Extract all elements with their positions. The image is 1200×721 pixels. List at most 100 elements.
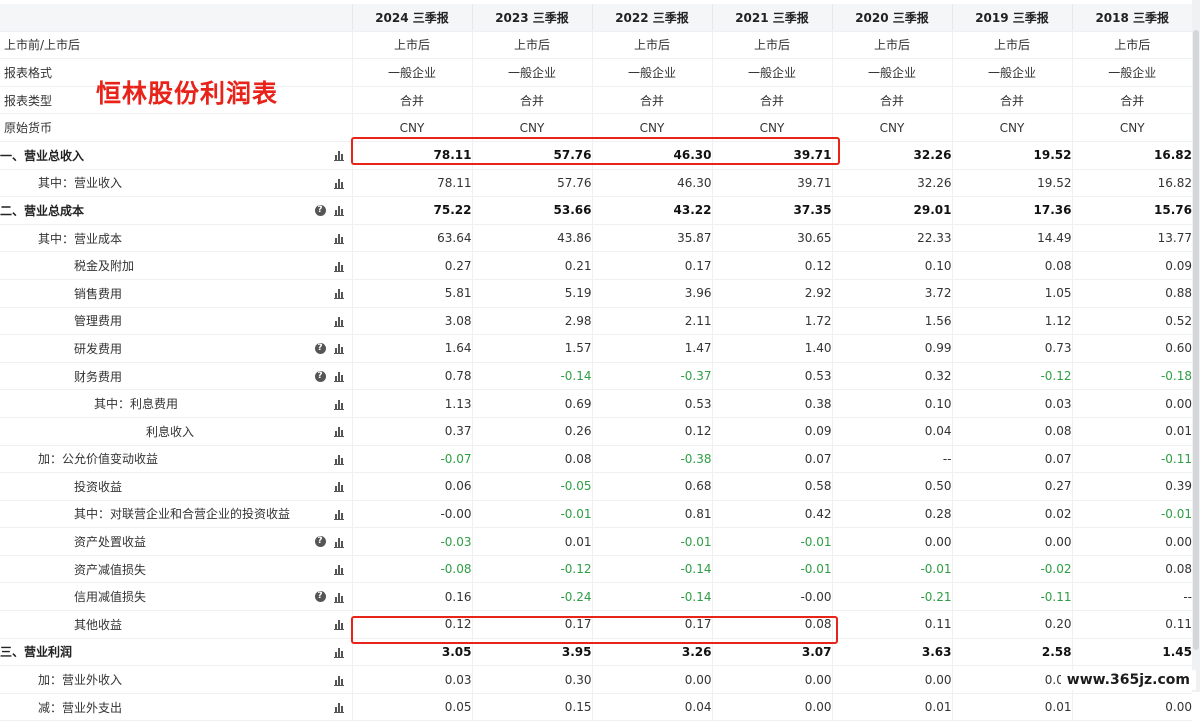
table-row: 研发费用? 1.64 1.57 1.47 1.40 0.99 0.73 0.60	[0, 334, 1192, 363]
column-header-2019[interactable]: 2019 三季报	[951, 4, 1072, 32]
column-header-2020[interactable]: 2020 三季报	[831, 4, 952, 32]
table-row: 管理费用 3.08 2.98 2.11 1.72 1.56 1.12 0.52	[0, 307, 1192, 336]
column-header-2018[interactable]: 2018 三季报	[1071, 4, 1192, 32]
value-cell-2022: 2.11	[591, 307, 712, 336]
value-cell-2021: 0.07	[711, 445, 832, 474]
row-label: 投资收益	[74, 479, 123, 494]
row-label: 加：公允价值变动收益	[38, 452, 159, 467]
help-icon[interactable]: ?	[314, 370, 326, 382]
value-cell-2024: 63.64	[351, 224, 472, 253]
meta-cell-2019: 上市后	[951, 31, 1072, 60]
bar-chart-icon[interactable]	[333, 618, 344, 631]
row-label-cell: 加：公允价值变动收益	[0, 445, 352, 474]
value-cell-2021: 0.58	[711, 472, 832, 501]
bar-chart-icon[interactable]	[333, 287, 344, 300]
value-cell-2023: 2.98	[471, 307, 592, 336]
row-label: 三、营业利润	[0, 645, 73, 660]
bar-chart-icon[interactable]	[333, 232, 344, 245]
value-cell-2019: -0.12	[951, 362, 1072, 391]
value-cell-2021: 39.71	[711, 141, 832, 170]
table-row: 税金及附加 0.27 0.21 0.17 0.12 0.10 0.08 0.09	[0, 251, 1192, 280]
row-label: 其中：利息费用	[94, 397, 179, 412]
row-label-cell: 利息收入	[0, 417, 352, 446]
value-cell-2024: -0.03	[351, 527, 472, 556]
bar-chart-icon[interactable]	[333, 204, 344, 217]
bar-chart-icon[interactable]	[333, 453, 344, 465]
help-icon[interactable]: ?	[314, 342, 326, 354]
column-header-2024[interactable]: 2024 三季报	[351, 4, 472, 32]
value-cell-2023: 1.57	[471, 334, 592, 363]
bar-chart-icon[interactable]	[333, 315, 344, 327]
value-cell-2022: 0.17	[591, 251, 712, 280]
value-cell-2019: 0.01	[951, 693, 1072, 721]
value-cell-2019: 2.58	[951, 638, 1072, 667]
value-cell-2023: 0.17	[471, 610, 592, 639]
help-icon[interactable]: ?	[314, 591, 326, 603]
value-cell-2020: 22.33	[831, 224, 952, 253]
value-cell-2024: 78.11	[351, 141, 472, 170]
value-cell-2023: 57.76	[471, 141, 592, 170]
bar-chart-icon[interactable]	[333, 342, 344, 355]
bar-chart-icon[interactable]	[333, 149, 344, 162]
value-cell-2020: 0.00	[831, 527, 952, 556]
column-header-2021[interactable]: 2021 三季报	[711, 4, 832, 32]
scrollbar-thumb[interactable]	[1193, 30, 1199, 650]
bar-chart-icon[interactable]	[333, 398, 344, 410]
value-cell-2024: 0.37	[351, 417, 472, 446]
value-cell-2018: 0.00	[1071, 389, 1192, 418]
value-cell-2019: 19.52	[951, 169, 1072, 198]
value-cell-2023: 0.26	[471, 417, 592, 446]
row-label: 加：营业外收入	[38, 673, 123, 688]
bar-chart-icon[interactable]	[333, 260, 344, 272]
bar-chart-icon[interactable]	[333, 591, 344, 603]
value-cell-2024: 0.78	[351, 362, 472, 391]
column-header-2023[interactable]: 2023 三季报	[471, 4, 592, 32]
bar-chart-icon[interactable]	[333, 508, 344, 520]
value-cell-2024: 75.22	[351, 196, 472, 225]
row-label-cell: 减：营业外支出	[0, 693, 352, 721]
value-cell-2022: -0.38	[591, 445, 712, 474]
meta-cell-2019: 一般企业	[951, 58, 1072, 87]
column-header-2022[interactable]: 2022 三季报	[591, 4, 712, 32]
row-label: 减：营业外支出	[38, 700, 123, 715]
value-cell-2019: -0.02	[951, 555, 1072, 584]
help-icon[interactable]: ?	[314, 204, 326, 216]
table-row: 财务费用? 0.78 -0.14 -0.37 0.53 0.32 -0.12 -0.18	[0, 362, 1192, 391]
bar-chart-icon[interactable]	[333, 480, 344, 493]
row-label-cell: 投资收益	[0, 472, 352, 501]
help-icon[interactable]: ?	[314, 536, 326, 548]
bar-chart-icon[interactable]	[333, 370, 344, 383]
row-tools: ?	[314, 591, 344, 603]
vertical-scrollbar[interactable]	[1192, 0, 1200, 692]
value-cell-2021: 0.08	[711, 610, 832, 639]
value-cell-2019: 0.08	[951, 417, 1072, 446]
bar-chart-icon[interactable]	[333, 646, 344, 658]
value-cell-2023: 0.01	[471, 527, 592, 556]
meta-cell-2020: 合并	[831, 86, 952, 115]
bar-chart-icon[interactable]	[333, 563, 344, 576]
value-cell-2024: 3.08	[351, 307, 472, 336]
value-cell-2022: 0.17	[591, 610, 712, 639]
row-label-cell: 财务费用?	[0, 362, 352, 391]
row-label-cell: 二、营业总成本?	[0, 196, 352, 225]
bar-chart-icon[interactable]	[333, 674, 344, 686]
value-cell-2021: 2.92	[711, 279, 832, 308]
bar-chart-icon[interactable]	[333, 536, 344, 548]
bar-chart-icon[interactable]	[333, 177, 344, 189]
row-label: 一、营业总收入	[0, 148, 85, 163]
value-cell-2022: 46.30	[591, 141, 712, 170]
statement-title-overlay: 恒林股份利润表	[96, 79, 279, 108]
row-tools	[333, 149, 344, 162]
value-cell-2019: 0.08	[951, 251, 1072, 280]
row-label: 其中：营业收入	[38, 176, 123, 191]
bar-chart-icon[interactable]	[333, 425, 344, 438]
bar-chart-icon[interactable]	[333, 701, 344, 714]
row-tools	[333, 508, 344, 520]
row-tools	[333, 232, 344, 245]
row-label-cell: 资产减值损失	[0, 555, 352, 584]
value-cell-2024: 0.16	[351, 582, 472, 612]
meta-cell-2018: CNY	[1071, 113, 1192, 142]
row-tools	[333, 480, 344, 493]
value-cell-2022: 0.53	[591, 389, 712, 418]
value-cell-2020: 0.99	[831, 334, 952, 363]
